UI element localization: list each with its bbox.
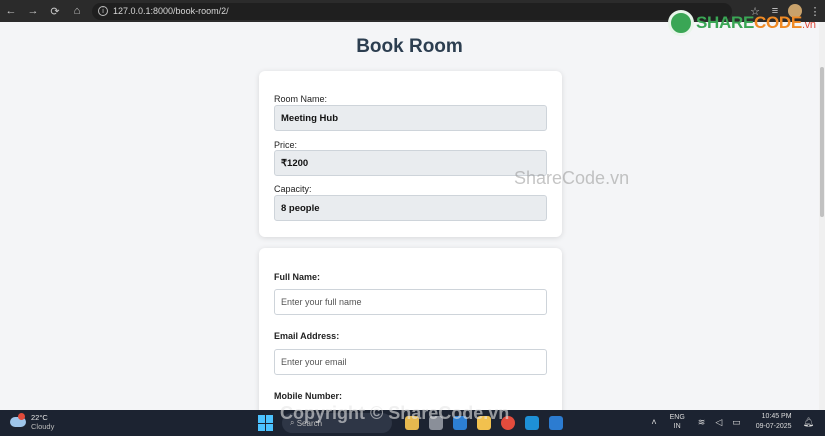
price-label: Price: bbox=[274, 140, 298, 150]
cloud-icon bbox=[10, 413, 26, 427]
mobile-label: Mobile Number: bbox=[274, 391, 343, 401]
full-name-input[interactable]: Enter your full name bbox=[274, 289, 547, 315]
logo-text: SHARECODE.vn bbox=[696, 13, 816, 33]
room-details-card: Room Name: Meeting Hub Price: ₹1200 Capa… bbox=[259, 71, 562, 237]
lang-line1: ENG bbox=[669, 414, 685, 421]
email-label: Email Address: bbox=[274, 331, 340, 341]
site-info-icon[interactable]: i bbox=[98, 6, 108, 16]
address-bar[interactable]: i 127.0.0.1:8000/book-room/2/ bbox=[92, 2, 732, 20]
clock-date: 09-07-2025 bbox=[755, 423, 792, 430]
weather-condition: Cloudy bbox=[31, 422, 55, 431]
speaker-icon[interactable]: ◁ bbox=[715, 417, 722, 428]
reload-icon[interactable]: ⟳ bbox=[44, 0, 66, 22]
wifi-icon[interactable]: ≋ bbox=[698, 417, 706, 428]
weather-temp: 22°C bbox=[31, 413, 48, 422]
page-content: Book Room Room Name: Meeting Hub Price: … bbox=[0, 22, 819, 418]
windows-start-icon[interactable] bbox=[258, 415, 274, 431]
lang-line2: IN bbox=[673, 423, 681, 430]
logo-suffix: .vn bbox=[801, 19, 816, 31]
forward-icon[interactable]: → bbox=[22, 0, 44, 22]
clock-time: 10:45 PM bbox=[761, 413, 792, 420]
page-title: Book Room bbox=[356, 36, 463, 57]
sharecode-logo: SHARECODE.vn bbox=[668, 10, 816, 36]
app-icon-4[interactable] bbox=[525, 416, 539, 430]
url-text: 127.0.0.1:8000/book-room/2/ bbox=[113, 6, 229, 16]
price-field: ₹1200 bbox=[274, 150, 547, 176]
battery-icon[interactable]: ▭ bbox=[732, 417, 741, 428]
page-scrollbar[interactable] bbox=[819, 22, 825, 410]
scrollbar-thumb[interactable] bbox=[820, 67, 824, 217]
capacity-label: Capacity: bbox=[274, 184, 312, 194]
home-icon[interactable]: ⌂ bbox=[66, 0, 88, 22]
email-input[interactable]: Enter your email bbox=[274, 349, 547, 375]
weather-widget[interactable]: 22°C Cloudy bbox=[10, 413, 54, 431]
capacity-field: 8 people bbox=[274, 195, 547, 221]
logo-prefix: SHARE bbox=[696, 13, 755, 32]
vscode-icon[interactable] bbox=[549, 416, 563, 430]
booking-form-card: Full Name: Enter your full name Email Ad… bbox=[259, 248, 562, 418]
watermark-center: ShareCode.vn bbox=[514, 168, 630, 188]
back-icon[interactable]: ← bbox=[0, 0, 22, 22]
logo-middle: CODE bbox=[754, 13, 802, 32]
full-name-label: Full Name: bbox=[274, 272, 321, 282]
room-name-label: Room Name: bbox=[274, 94, 328, 104]
chevron-up-icon[interactable]: ˄ bbox=[651, 417, 656, 427]
copyright-watermark: Copyright © ShareCode.vn bbox=[280, 403, 510, 423]
notification-bell-icon[interactable]: 🔔︎ bbox=[803, 417, 814, 428]
room-name-field: Meeting Hub bbox=[274, 105, 547, 131]
logo-mark-icon bbox=[668, 10, 694, 36]
system-clock[interactable]: 10:45 PM 09-07-2025 bbox=[756, 412, 792, 432]
language-indicator[interactable]: ENG IN bbox=[670, 413, 685, 431]
